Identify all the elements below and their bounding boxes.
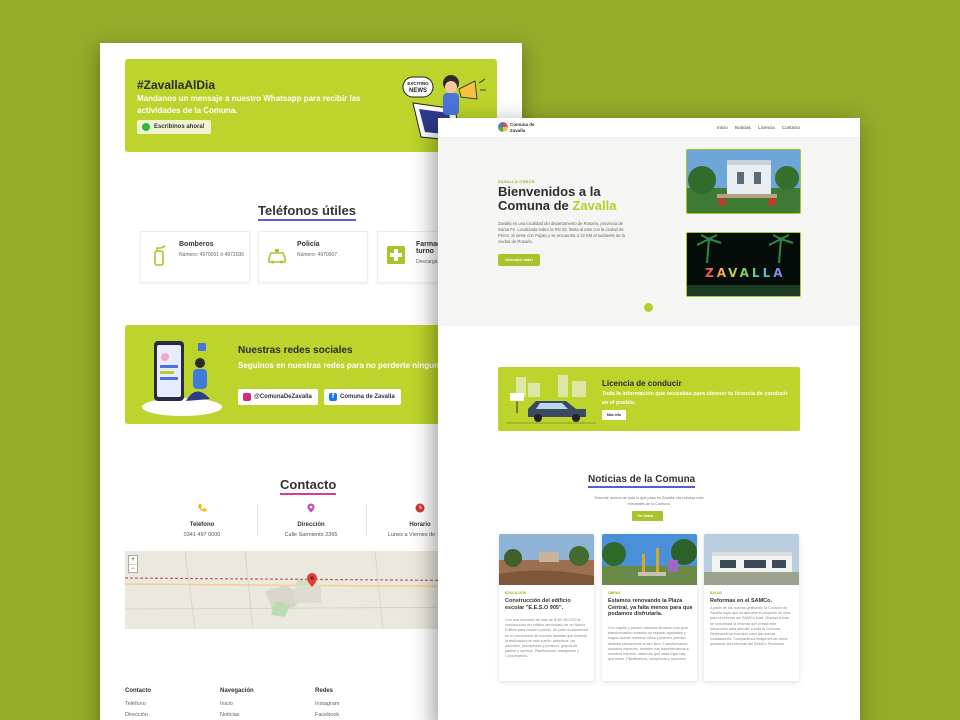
license-more-info-button[interactable]: Más info <box>602 410 626 420</box>
footer-link[interactable]: Teléfono <box>125 701 215 707</box>
instagram-button[interactable]: @ComunaDeZavalla <box>238 389 318 405</box>
zavalla-sign-text: ZAVALLA <box>705 266 786 280</box>
news-card-plaza[interactable]: OBRAS Estamos renovando la Plaza Central… <box>602 534 697 681</box>
news-card-category: EDUCACIÓN <box>505 591 527 595</box>
brand-name[interactable]: Comuna de Zavalla <box>510 122 535 133</box>
hero-zavalla-sign-photo: ZAVALLA <box>686 232 801 297</box>
phone-card-detail: Número: 4970007 <box>297 252 338 258</box>
news-card-image <box>499 534 594 585</box>
news-card-body: Con orgullo y pasión, estamos llevando u… <box>608 626 689 662</box>
front-page-mockup: Comuna de Zavalla Inicio Noticias Licenc… <box>438 118 860 720</box>
whatsapp-icon <box>142 123 150 131</box>
footer-heading: Navegación <box>220 688 254 694</box>
license-text: Toda la información que necesitas para o… <box>602 391 788 406</box>
contact-divider <box>257 504 258 536</box>
news-card-title: Estamos renovando la Plaza Central, ya f… <box>608 598 693 617</box>
news-card-title: Construcción del edificio escolar "E.E.S… <box>505 598 571 611</box>
svg-text:NEWS: NEWS <box>409 88 427 94</box>
news-card-school[interactable]: EDUCACIÓN Construcción del edificio esco… <box>499 534 594 681</box>
phone-icon <box>198 504 207 512</box>
location-pin-icon <box>307 503 315 513</box>
hero-section: ZAVALLA CRECE Bienvenidos a la Comuna de… <box>438 138 860 326</box>
contact-item-detail: Calle Sarmiento 2365 <box>284 532 338 538</box>
phone-card-detail: Número: 4970051 ó 4972036 <box>179 252 245 258</box>
facebook-button[interactable]: f Comuna de Zavalla <box>324 389 401 405</box>
instagram-icon <box>243 393 251 401</box>
phone-social-illustration <box>142 341 222 416</box>
contact-section-title: Contacto <box>280 477 337 495</box>
contact-divider <box>366 504 367 536</box>
contact-item-title: Dirección <box>297 522 325 528</box>
whatsapp-banner-title: #ZavallaAlDia <box>137 78 216 92</box>
contact-item-detail: 0341 497 0000 <box>183 532 221 538</box>
zoom-out-button[interactable]: − <box>129 564 137 573</box>
facebook-handle: Comuna de Zavalla <box>340 394 395 400</box>
clock-icon <box>415 503 425 513</box>
map-zoom-control[interactable]: + − <box>128 555 138 573</box>
contact-item-address: Dirección Calle Sarmiento 2365 <box>261 503 361 538</box>
news-card-category: OBRAS <box>608 591 621 595</box>
pharmacy-cross-icon <box>387 246 405 264</box>
license-banner: Licencia de conducir Toda la información… <box>498 367 800 431</box>
social-banner-title: Nuestras redes sociales <box>238 345 353 356</box>
fire-extinguisher-icon <box>154 245 166 266</box>
news-card-image <box>602 534 697 585</box>
license-title: Licencia de conducir <box>602 379 682 388</box>
phone-card-title: Policía <box>297 241 320 248</box>
nav-link-licencia[interactable]: Licencia <box>758 125 775 130</box>
contact-item-title: Teléfono <box>189 522 215 528</box>
zoom-in-button[interactable]: + <box>129 556 137 564</box>
comuna-logo-icon[interactable] <box>498 122 508 132</box>
discover-button[interactable]: Descubrí más! <box>498 254 540 266</box>
footer-heading: Contacto <box>125 688 151 694</box>
facebook-icon: f <box>329 393 337 401</box>
news-card-title: Reformas en el SAMCo. <box>710 598 773 604</box>
phone-card-title: Bomberos <box>179 241 214 248</box>
view-all-news-button[interactable]: Ver todas → <box>632 511 663 521</box>
hero-title: Bienvenidos a la Comuna de Zavalla <box>498 184 617 213</box>
footer-link[interactable]: Dirección <box>125 712 215 718</box>
news-subtitle: Enterate acerca de todo lo que pasa en Z… <box>594 496 704 506</box>
footer-link[interactable]: Facebook <box>315 712 405 718</box>
top-navbar: Comuna de Zavalla Inicio Noticias Licenc… <box>438 118 860 138</box>
whatsapp-banner-text: Mandanos un mensaje a nuestro Whatsapp p… <box>137 94 361 115</box>
map-marker-icon[interactable] <box>307 573 317 587</box>
hero-building-photo <box>686 149 801 214</box>
whatsapp-button[interactable]: Escribinos ahora! <box>137 120 211 134</box>
footer-column-contact: Contacto Teléfono Dirección <box>125 688 215 720</box>
car-license-illustration <box>506 375 596 424</box>
whatsapp-button-label: Escribinos ahora! <box>154 124 205 130</box>
footer-column-nav: Navegación Inicio Noticias <box>220 688 310 720</box>
contact-item-phone: Teléfono 0341 497 0000 <box>152 503 252 538</box>
police-car-icon <box>268 249 286 264</box>
news-card-body: Con una inversión de más de $150.000.000… <box>505 618 588 659</box>
nav-link-contacto[interactable]: Contacto <box>782 125 800 130</box>
instagram-handle: @ComunaDeZavalla <box>254 394 312 400</box>
hero-description: Zavalla es una localidad del departament… <box>498 221 626 244</box>
svg-text:EXCITING: EXCITING <box>407 81 429 86</box>
footer-link[interactable]: Noticias <box>220 712 310 718</box>
news-card-category: SALUD <box>710 591 723 595</box>
nav-link-noticias[interactable]: Noticias <box>735 125 751 130</box>
phone-card-bomberos[interactable]: Bomberos Número: 4970051 ó 4972036 <box>140 231 250 283</box>
phone-card-policia[interactable]: Policía Número: 4970007 <box>258 231 368 283</box>
footer-column-social: Redes Instagram Facebook <box>315 688 405 720</box>
footer-link[interactable]: Instagram <box>315 701 405 707</box>
news-section-title: Noticias de la Comuna <box>588 474 696 488</box>
phones-section-title: Teléfonos útiles <box>258 203 356 221</box>
news-card-image <box>704 534 799 585</box>
nav-links: Inicio Noticias Licencia Contacto <box>711 125 800 130</box>
news-card-samco[interactable]: SALUD Reformas en el SAMCo. A partir de … <box>704 534 799 681</box>
scroll-down-icon[interactable] <box>644 303 653 312</box>
news-card-body: A partir de las nuevas gestiones, la Com… <box>710 606 791 647</box>
footer-link[interactable]: Inicio <box>220 701 310 707</box>
nav-link-inicio[interactable]: Inicio <box>717 125 728 130</box>
footer-heading: Redes <box>315 688 334 694</box>
